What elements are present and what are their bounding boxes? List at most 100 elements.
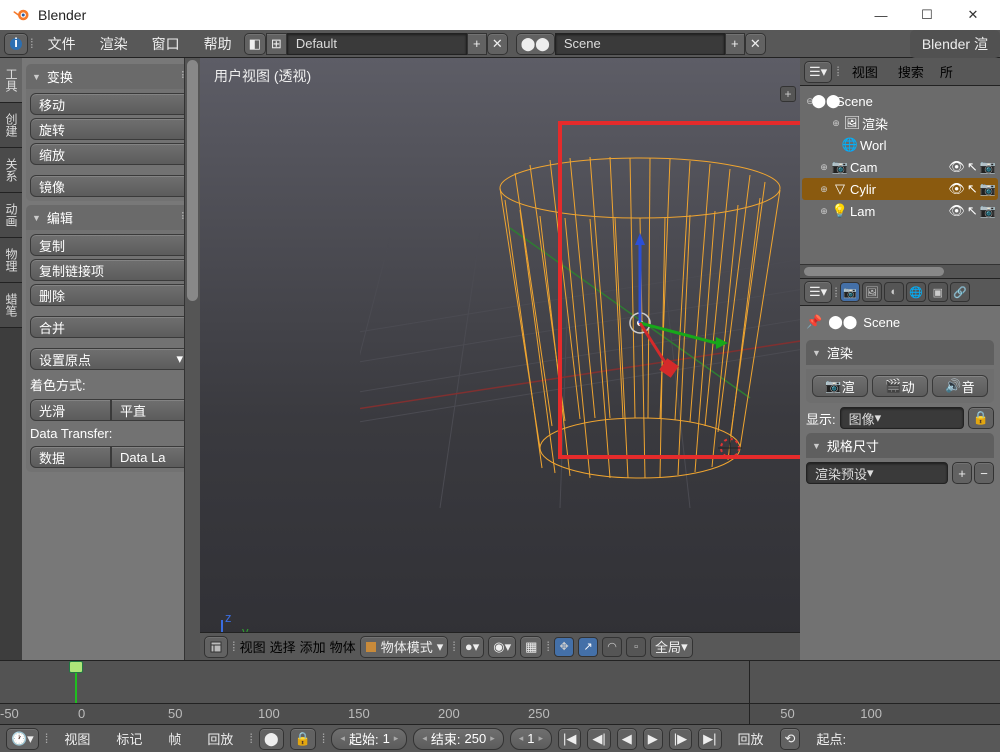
info-editor-icon[interactable]: i [4, 33, 28, 55]
set-origin-button[interactable]: 设置原点▾ [30, 348, 192, 370]
outliner-scrollbar[interactable] [800, 264, 1000, 278]
vpmenu-view[interactable]: 视图 [240, 637, 266, 656]
tree-render-row[interactable]: ⊕🖼 渲染 [802, 112, 998, 134]
tab-grease[interactable]: 蜡笔 [0, 283, 22, 328]
timeline-ruler-right[interactable]: 50 100 [749, 704, 1000, 724]
layout-browse-icon[interactable]: ◧ [244, 33, 266, 55]
tab-animation[interactable]: 动画 [0, 193, 22, 238]
eye-icon[interactable]: 👁 [948, 181, 965, 197]
shade-flat-button[interactable]: 平直 [111, 399, 192, 421]
keyframe-next-icon[interactable]: |▶ [669, 728, 692, 750]
cursor-icon[interactable]: ↖ [967, 203, 978, 219]
data-la-button[interactable]: Data La [111, 446, 192, 468]
3dview-editor-icon[interactable] [204, 636, 228, 658]
outliner-menu-search[interactable]: 搜索 [890, 62, 932, 81]
tlmenu-frame[interactable]: 帧 [158, 729, 191, 748]
lock-icon[interactable]: 🔒 [968, 407, 994, 429]
manipulator-scale-icon[interactable]: ▫ [626, 637, 646, 657]
menu-help[interactable]: 帮助 [192, 30, 244, 58]
layout-preset-field[interactable]: Default [287, 33, 467, 55]
timeline-track-right[interactable] [749, 661, 1000, 704]
dimensions-panel-header[interactable]: 规格尺寸 [806, 433, 994, 458]
tlmenu-marker[interactable]: 标记 [106, 729, 152, 748]
props-scene-icon[interactable]: ◐ [884, 282, 904, 302]
tree-world-row[interactable]: 🌐 Worl [802, 134, 998, 156]
shading-icon[interactable]: ●▾ [460, 636, 484, 658]
layers-icon[interactable]: ▦ [520, 636, 542, 658]
tree-scene-row[interactable]: ⊖ ⬤⬤ Scene [802, 90, 998, 112]
eye-icon[interactable]: 👁 [948, 159, 965, 175]
menu-render[interactable]: 渲染 [88, 30, 140, 58]
shade-smooth-button[interactable]: 光滑 [30, 399, 111, 421]
close-button[interactable]: ✕ [950, 0, 996, 30]
tab-relations[interactable]: 关系 [0, 148, 22, 193]
tree-lamp-row[interactable]: ⊕💡 Lam 👁↖📷 [802, 200, 998, 222]
render-still-button[interactable]: 📷渲 [812, 375, 868, 397]
tlmenu-view[interactable]: 视图 [54, 729, 100, 748]
render-panel-header[interactable]: 渲染 [806, 340, 994, 365]
eye-icon[interactable]: 👁 [948, 203, 965, 219]
delete-button[interactable]: 删除 [30, 284, 192, 306]
scene-delete-icon[interactable]: ✕ [745, 33, 766, 55]
panel-transform-header[interactable]: 变换⠿ [26, 64, 196, 89]
outliner-menu-view[interactable]: 视图 [844, 62, 886, 81]
mirror-button[interactable]: 镜像 [30, 175, 192, 197]
join-button[interactable]: 合并 [30, 316, 192, 338]
menu-file[interactable]: 文件 [36, 30, 88, 58]
render-preset-select[interactable]: 渲染预设 ▾ [806, 462, 948, 484]
outliner-editor-icon[interactable]: ☰▾ [804, 61, 832, 83]
pivot-icon[interactable]: ◉▾ [488, 636, 516, 658]
maximize-button[interactable]: ☐ [904, 0, 950, 30]
mode-selector[interactable]: 物体模式 ▾ [360, 636, 449, 658]
timeline-ruler-left[interactable]: -50 0 50 100 150 200 250 [0, 704, 749, 724]
play-reverse-icon[interactable]: ◀ [617, 728, 637, 750]
manipulator-toggle-icon[interactable]: ✥ [554, 637, 574, 657]
frame-end-field[interactable]: ◂结束: 250▸ [413, 728, 503, 750]
record-icon[interactable]: ⬤ [259, 728, 284, 750]
panel-edit-header[interactable]: 编辑⠿ [26, 205, 196, 230]
vpmenu-select[interactable]: 选择 [270, 637, 296, 656]
tab-physics[interactable]: 物理 [0, 238, 22, 283]
sync-icon[interactable]: ⟲ [780, 728, 801, 750]
tab-tools[interactable]: 工具 [0, 58, 22, 103]
minimize-button[interactable]: — [858, 0, 904, 30]
render-toggle-icon[interactable]: 📷 [980, 203, 996, 219]
keying-icon[interactable]: 🔒 [290, 728, 316, 750]
render-toggle-icon[interactable]: 📷 [980, 159, 996, 175]
layout-delete-icon[interactable]: ✕ [487, 33, 508, 55]
toolshelf-scrollbar[interactable] [184, 58, 200, 660]
manipulator-translate-icon[interactable]: ↗ [578, 637, 598, 657]
vpmenu-object[interactable]: 物体 [330, 637, 356, 656]
frame-start-field[interactable]: ◂起始: 1▸ [331, 728, 407, 750]
outliner-tree[interactable]: ⊖ ⬤⬤ Scene ⊕🖼 渲染 🌐 Worl ⊕📷 Cam 👁↖📷 [800, 86, 1000, 278]
tlmenu-playback[interactable]: 回放 [197, 729, 243, 748]
data-button[interactable]: 数据 [30, 446, 111, 468]
play-icon[interactable]: ▶ [643, 728, 663, 750]
duplicate-linked-button[interactable]: 复制链接项 [30, 259, 192, 281]
playhead-handle[interactable] [69, 661, 83, 673]
scene-browse-icon[interactable]: ⬤⬤ [516, 33, 555, 55]
rotate-button[interactable]: 旋转 [30, 118, 192, 140]
cursor-icon[interactable]: ↖ [967, 159, 978, 175]
display-mode-select[interactable]: 图像 ▾ [840, 407, 964, 429]
props-render-icon[interactable]: 📷 [840, 282, 860, 302]
jump-start-icon[interactable]: |◀ [558, 728, 581, 750]
timeline-editor-icon[interactable]: 🕐▾ [6, 728, 39, 750]
props-editor-icon[interactable]: ☰▾ [804, 281, 832, 303]
tree-cylinder-row[interactable]: ⊕▽ Cylir 👁↖📷 [802, 178, 998, 200]
render-audio-button[interactable]: 🔊音 [932, 375, 988, 397]
props-constraints-icon[interactable]: 🔗 [950, 282, 970, 302]
manipulator-rotate-icon[interactable]: ◠ [602, 637, 622, 657]
layout-plus-icon[interactable]: + [467, 33, 487, 55]
scene-plus-icon[interactable]: + [725, 33, 745, 55]
menu-window[interactable]: 窗口 [140, 30, 192, 58]
jump-end-icon[interactable]: ▶| [698, 728, 721, 750]
outliner-menu-all[interactable]: 所 [936, 62, 957, 81]
scene-field[interactable]: Scene [555, 33, 725, 55]
render-anim-button[interactable]: 🎬动 [872, 375, 928, 397]
pin-icon[interactable]: 📌 [806, 314, 822, 330]
props-layers-icon[interactable]: 🖼 [862, 282, 882, 302]
props-object-icon[interactable]: ▣ [928, 282, 948, 302]
preset-remove-icon[interactable]: − [974, 462, 994, 484]
3d-viewport[interactable]: 用户视图 (透视) + [200, 58, 800, 660]
